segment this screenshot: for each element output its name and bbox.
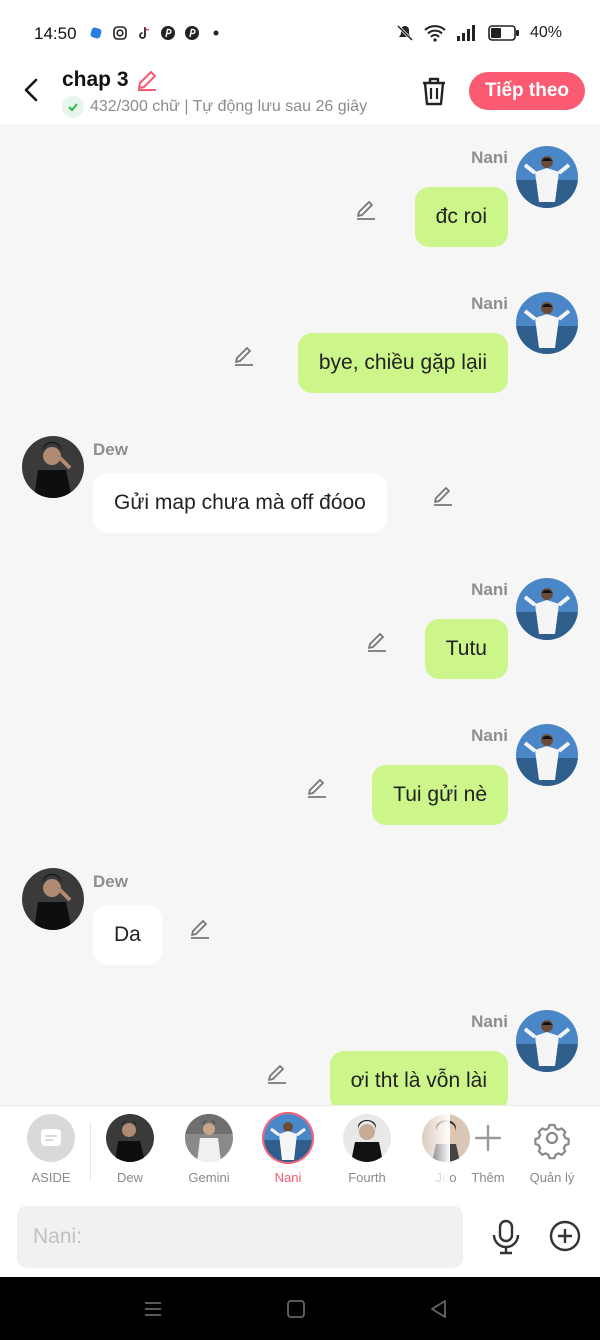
message-bubble[interactable]: Da: [93, 905, 162, 965]
sender-name: Nani: [471, 294, 508, 313]
character-label: Gemini: [188, 1170, 230, 1185]
message-bubble[interactable]: Tutu: [424, 619, 508, 679]
sender-name: Dew: [93, 440, 128, 459]
character-aside[interactable]: ASIDE: [19, 1114, 83, 1185]
word-count-autosave: 432/300 chữ | Tự động lưu sau 26 giây: [90, 98, 368, 115]
compose-bar: [0, 1197, 600, 1277]
character-gemini[interactable]: Gemini: [177, 1114, 241, 1185]
avatar: [185, 1114, 233, 1162]
avatar-nani[interactable]: [516, 724, 578, 786]
gear-icon: [534, 1123, 570, 1160]
avatar-nani[interactable]: [516, 146, 578, 208]
pinterest-icon: [161, 26, 175, 40]
edit-pencil-icon[interactable]: [431, 484, 455, 508]
character-dew[interactable]: Dew: [98, 1114, 162, 1185]
manage-label: Quản lý: [529, 1170, 575, 1185]
next-button[interactable]: Tiếp theo: [469, 72, 585, 110]
sender-name: Nani: [471, 1012, 508, 1031]
edit-pencil-icon[interactable]: [354, 198, 378, 222]
edit-pencil-icon[interactable]: [188, 917, 212, 941]
signal-icon: [456, 25, 475, 41]
message-bubble[interactable]: đc roi: [414, 187, 508, 247]
character-fourth[interactable]: Fourth: [335, 1114, 399, 1185]
sender-name: Nani: [471, 580, 508, 599]
status-time: 14:50: [34, 24, 77, 43]
avatar-nani[interactable]: [516, 292, 578, 354]
avatar-dew[interactable]: [22, 868, 84, 930]
edit-pencil-icon[interactable]: [265, 1062, 289, 1086]
pinterest-icon: [185, 26, 199, 40]
manage-characters-button[interactable]: Quản lý: [520, 1114, 584, 1185]
status-bar: 14:50 40%: [0, 0, 600, 64]
chapter-title[interactable]: chap 3: [62, 68, 129, 92]
message-bubble[interactable]: Tui gửi nè: [372, 765, 508, 825]
notification-icons: [88, 25, 224, 41]
saved-check-icon: [62, 96, 84, 118]
message-bubble[interactable]: Gửi map chưa mà off đóoo: [93, 473, 387, 533]
add-character-button[interactable]: Thêm: [456, 1114, 520, 1185]
avatar-nani[interactable]: [516, 578, 578, 640]
avatar: [343, 1114, 391, 1162]
menu-icon[interactable]: [141, 1297, 165, 1321]
character-nani[interactable]: Nani: [256, 1114, 320, 1185]
chapter-header: chap 3 432/300 chữ | Tự động lưu sau 26 …: [0, 64, 600, 124]
edit-pencil-icon[interactable]: [365, 630, 389, 654]
add-circle-icon[interactable]: [548, 1219, 582, 1253]
character-label: Nani: [274, 1170, 302, 1185]
character-label: ASIDE: [31, 1170, 71, 1185]
scroll-fade: [420, 1106, 450, 1196]
plus-icon: [474, 1124, 502, 1152]
more-dot-icon: [213, 30, 219, 36]
divider: [90, 1122, 91, 1180]
aside-icon: [27, 1114, 75, 1162]
message-bubble[interactable]: ơi tht là vỗn lài: [329, 1051, 508, 1105]
edit-pencil-icon[interactable]: [305, 776, 329, 800]
system-nav-bar: [0, 1277, 600, 1340]
edit-title-icon[interactable]: [135, 68, 159, 92]
avatar-nani[interactable]: [516, 1010, 578, 1072]
trash-icon[interactable]: [420, 76, 448, 106]
chat-area[interactable]: Nani đc roi Nani bye, chiều gặp lạii Dew…: [0, 124, 600, 1105]
sender-name: Dew: [93, 872, 128, 891]
battery-icon: [488, 25, 519, 41]
battery-percent: 40%: [529, 24, 562, 41]
message-bubble[interactable]: bye, chiều gặp lạii: [297, 333, 508, 393]
sender-name: Nani: [471, 148, 508, 167]
back-arrow-icon[interactable]: [18, 76, 46, 104]
message-input[interactable]: [17, 1206, 463, 1268]
avatar: [264, 1114, 312, 1162]
avatar: [106, 1114, 154, 1162]
character-bar: ASIDE Dew Gemini Nani Fourth Joo Thêm Qu…: [0, 1105, 600, 1197]
tiktok-icon: [139, 26, 150, 39]
app-notification-icon: [90, 27, 102, 39]
mute-icon: [396, 24, 414, 42]
instagram-icon: [113, 26, 127, 40]
character-label: Fourth: [348, 1170, 386, 1185]
add-label: Thêm: [471, 1170, 505, 1185]
edit-pencil-icon[interactable]: [232, 344, 256, 368]
character-label: Dew: [116, 1170, 143, 1185]
wifi-icon: [424, 25, 446, 42]
back-nav-icon[interactable]: [427, 1297, 451, 1321]
sender-name: Nani: [471, 726, 508, 745]
avatar-dew[interactable]: [22, 436, 84, 498]
microphone-icon[interactable]: [490, 1219, 522, 1255]
home-icon[interactable]: [284, 1297, 308, 1321]
